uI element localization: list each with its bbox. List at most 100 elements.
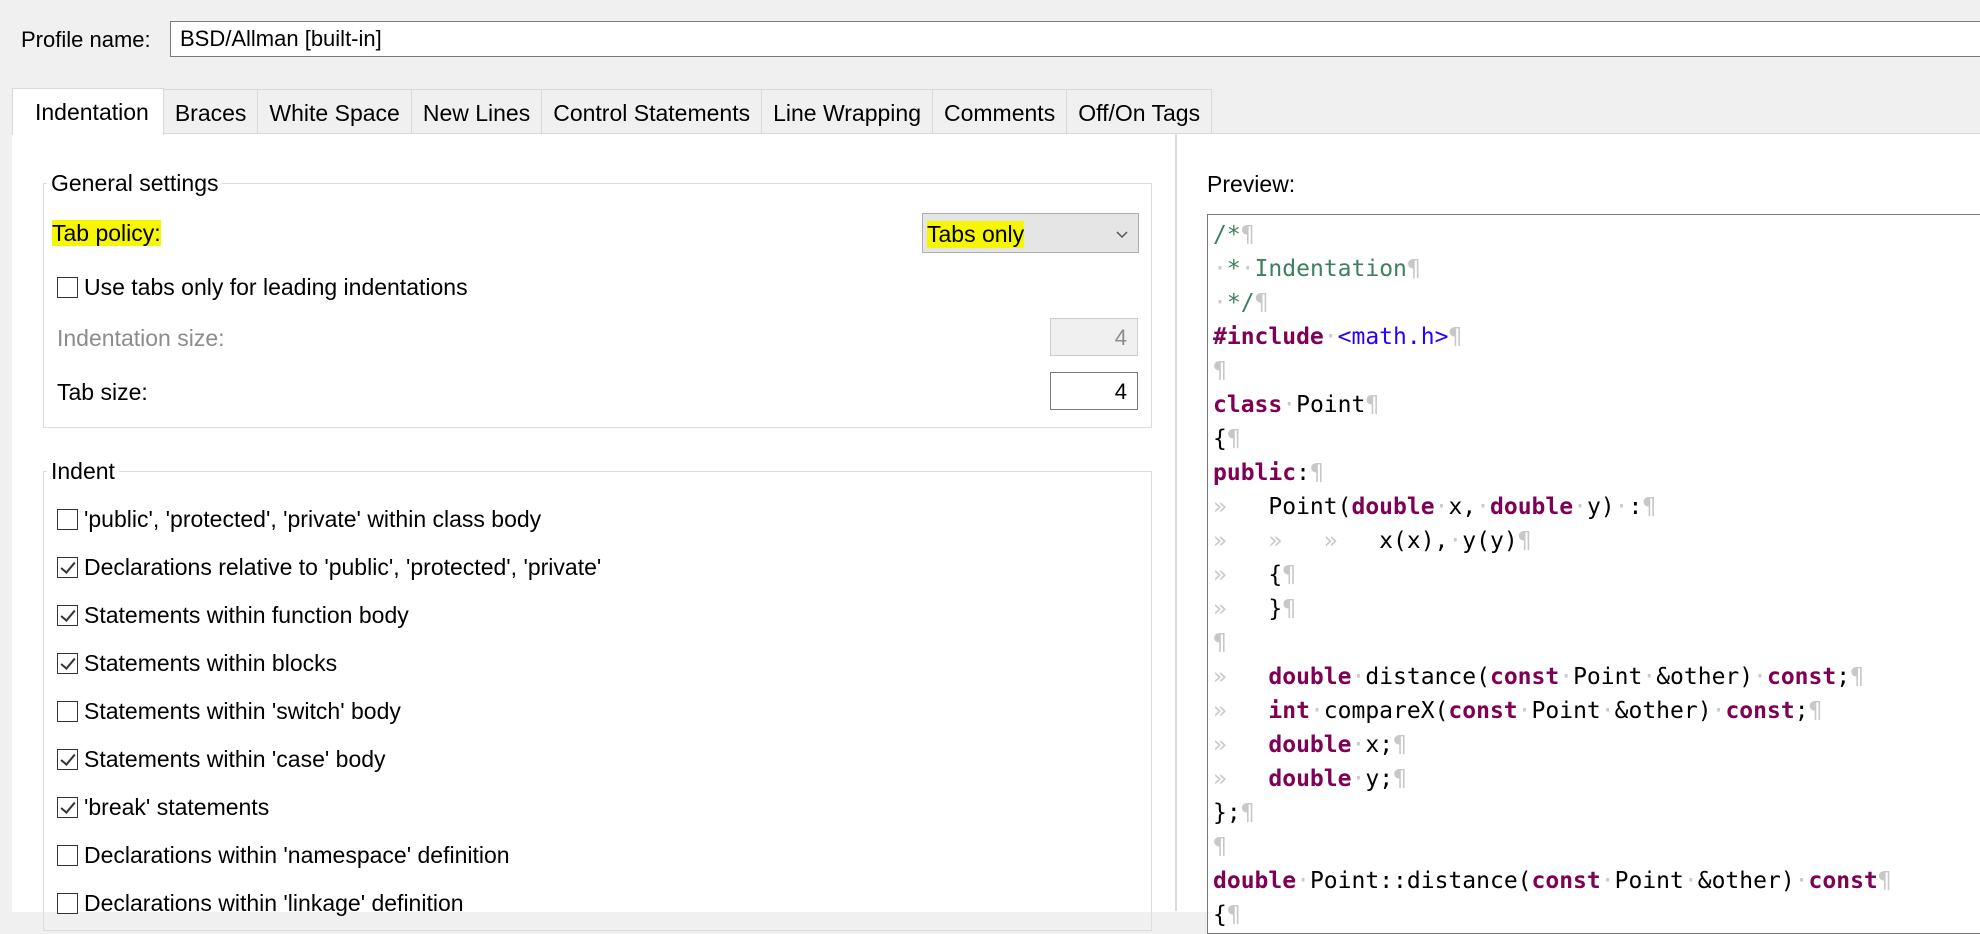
indent-option-label: 'public', 'protected', 'private' within … [84,505,542,532]
code-keyword: const [1489,664,1560,690]
indentation-size-field: 4 [1050,318,1138,356]
code-text: } [1268,596,1283,622]
whitespace-marker: ¶ [1393,766,1407,792]
code-text: compareX( [1323,698,1449,724]
indentation-size-label: Indentation size: [57,325,225,351]
whitespace-marker: ¶ [1309,460,1324,486]
code-text: y) [1586,494,1615,520]
indent-option[interactable]: Declarations within 'linkage' definition [57,884,464,922]
code-line: };¶ [1213,796,1980,830]
code-line: #include·<math.h>¶ [1213,320,1980,354]
tab-bar: Indentation Braces White Space New Lines… [12,88,1213,135]
code-text: x, [1448,494,1477,520]
whitespace-marker: ¶ [1226,902,1241,928]
use-tabs-leading-checkbox[interactable] [57,276,78,298]
whitespace-marker: ¶ [1213,834,1227,860]
code-text: y; [1365,766,1394,792]
whitespace-marker: · [1448,528,1463,554]
code-line: ·*/¶ [1213,286,1980,320]
indent-option-label: Declarations relative to 'public', 'prot… [84,553,602,580]
tab-size-field[interactable]: 4 [1050,372,1138,410]
code-string: <math.h> [1337,324,1449,350]
tab-indentation[interactable]: Indentation [12,88,164,135]
indent-option-label: Statements within function body [84,601,409,628]
tab-comments[interactable]: Comments [933,89,1068,133]
indent-option-label: Declarations within 'namespace' definiti… [84,841,510,868]
code-text: { [1268,562,1283,588]
indent-option[interactable]: Statements within 'switch' body [57,692,401,730]
code-keyword: double [1268,766,1352,792]
whitespace-marker: ¶ [1365,392,1380,418]
code-text: : [1296,460,1310,486]
indent-checkbox[interactable] [57,508,78,530]
whitespace-marker: » [1213,494,1269,520]
code-keyword: const [1448,698,1518,724]
code-text: x(x), [1379,528,1449,554]
whitespace-marker: ¶ [1448,324,1463,350]
code-comment: */ [1226,290,1255,316]
tab-new-lines[interactable]: New Lines [411,89,543,133]
indent-option[interactable]: Declarations within 'namespace' definiti… [57,836,510,874]
code-text: distance( [1365,664,1490,690]
indent-option[interactable]: Statements within function body [57,596,409,634]
tab-braces[interactable]: Braces [163,89,259,133]
whitespace-marker: ¶ [1226,426,1241,452]
code-line: public:¶ [1213,456,1980,490]
indent-option[interactable]: Statements within 'case' body [57,740,386,778]
panel-divider[interactable] [1175,133,1177,911]
whitespace-marker: » » » [1213,528,1380,554]
whitespace-marker: · [1711,698,1726,724]
whitespace-marker: · [1600,698,1615,724]
indent-checkbox[interactable] [57,556,78,578]
whitespace-marker: ¶ [1877,868,1892,894]
whitespace-marker: · [1600,868,1615,894]
use-tabs-leading-option[interactable]: Use tabs only for leading indentations [57,268,468,306]
profile-name-combo[interactable]: BSD/Allman [built-in] [170,21,1980,57]
whitespace-marker: » [1213,766,1269,792]
indent-checkbox[interactable] [57,796,78,818]
code-keyword: const [1725,698,1795,724]
code-keyword: public [1213,460,1297,486]
preview-code: /*¶ ·*·Indentation¶ ·*/¶ #include·<math.h>¶… [1208,215,1980,932]
code-text: &other) [1614,698,1712,724]
whitespace-marker: · [1517,698,1532,724]
code-comment: Indentation [1254,256,1407,282]
tab-control-statements[interactable]: Control Statements [542,89,763,133]
indent-checkbox[interactable] [57,700,78,722]
whitespace-marker: · [1683,868,1698,894]
tab-policy-dropdown[interactable]: Tabs only [922,213,1139,253]
whitespace-marker: ¶ [1850,664,1864,690]
code-text: y(y) [1462,528,1518,554]
whitespace-marker: · [1351,664,1366,690]
whitespace-marker: · [1794,868,1809,894]
general-settings-title: General settings [47,170,223,197]
indent-option-label: Statements within blocks [84,649,338,676]
code-keyword: double [1268,664,1352,690]
whitespace-marker: » [1213,562,1269,588]
tab-line-wrapping[interactable]: Line Wrapping [762,89,933,133]
preview-code-area[interactable]: /*¶ ·*·Indentation¶ ·*/¶ #include·<math.h>¶… [1207,214,1980,934]
code-keyword: #include [1213,324,1324,350]
code-line: class·Point¶ [1213,388,1980,422]
tab-white-space[interactable]: White Space [258,89,412,133]
code-line: » double·y;¶ [1213,762,1980,796]
whitespace-marker: ¶ [1808,698,1823,724]
tab-off-on-tags[interactable]: Off/On Tags [1067,89,1213,133]
code-text: ; [1794,698,1809,724]
whitespace-marker: · [1434,494,1449,520]
whitespace-marker: · [1213,290,1227,316]
code-keyword: int [1268,698,1310,724]
indent-option-label: Statements within 'case' body [84,745,386,772]
indent-checkbox[interactable] [57,748,78,770]
indent-option[interactable]: Declarations relative to 'public', 'prot… [57,548,601,586]
code-text: &other) [1656,664,1754,690]
indent-checkbox[interactable] [57,604,78,626]
indent-option[interactable]: Statements within blocks [57,644,337,682]
code-line: /*¶ [1213,218,1980,252]
indent-checkbox[interactable] [57,844,78,866]
indent-option[interactable]: 'break' statements [57,788,269,826]
indent-checkbox[interactable] [57,652,78,674]
indent-option[interactable]: 'public', 'protected', 'private' within … [57,500,541,538]
indent-checkbox[interactable] [57,892,78,914]
whitespace-marker: » [1213,596,1269,622]
